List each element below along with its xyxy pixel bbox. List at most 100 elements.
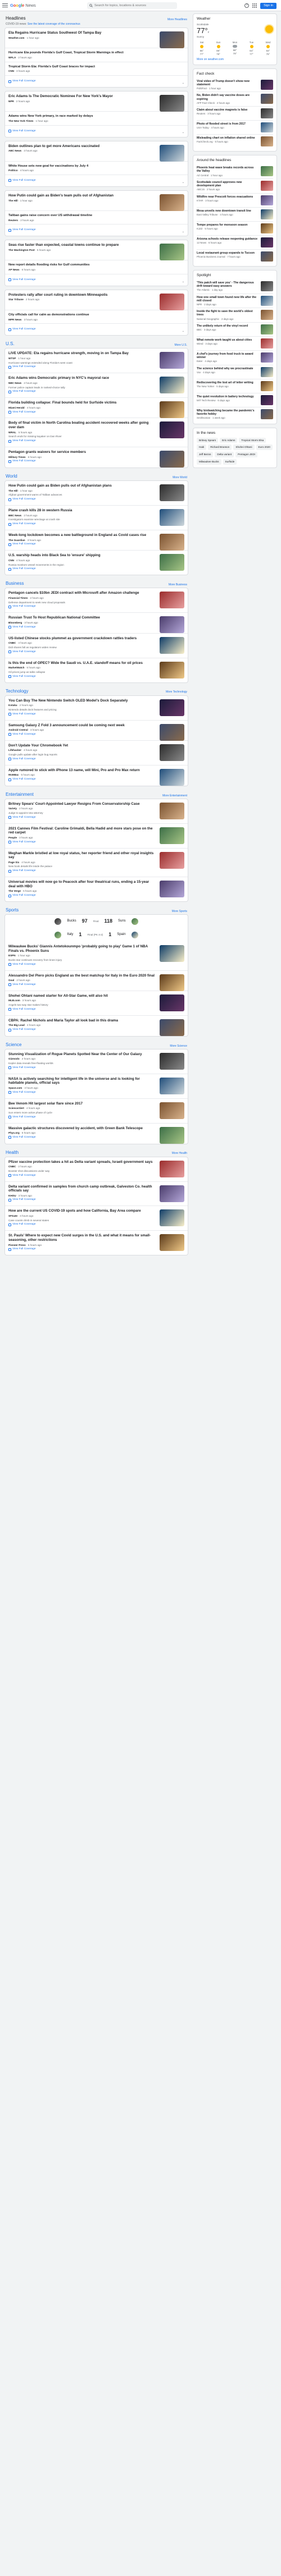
article-source[interactable]: Page Six xyxy=(8,861,19,864)
article-thumbnail[interactable] xyxy=(160,401,184,419)
article-source[interactable]: The Atlantic xyxy=(197,288,210,291)
article-source[interactable]: Star Tribune xyxy=(8,298,24,301)
sidebar-article-title[interactable]: Scottsdale council approves new developm… xyxy=(197,181,259,187)
article-source[interactable]: AP News xyxy=(8,268,20,271)
section-title[interactable]: Business xyxy=(6,581,24,586)
apps-grid-icon[interactable] xyxy=(252,3,257,8)
article-item[interactable]: Don't Update Your Chromebook Yet Lifehack… xyxy=(5,741,188,766)
full-coverage-link[interactable]: View Full Coverage xyxy=(8,1028,36,1032)
article-title[interactable]: NASA is actively searching for intellige… xyxy=(8,1077,155,1085)
sidebar-article-title[interactable]: 'This patch will save you' - The dangero… xyxy=(197,281,259,288)
article-source[interactable]: 12 News xyxy=(197,241,206,244)
sidebar-article[interactable]: Photo of flooded street is from 2017 USA … xyxy=(197,121,273,135)
article-item[interactable]: Bee Venom Hit largest solar flare since … xyxy=(5,1099,188,1124)
article-title[interactable]: Milwaukee Bucks' Giannis Antetokounmpo '… xyxy=(8,945,155,953)
sidebar-thumbnail[interactable] xyxy=(261,295,273,306)
article-thumbnail[interactable] xyxy=(160,1209,184,1227)
article-source[interactable]: ABC News xyxy=(8,149,21,152)
article-source[interactable]: BBC News xyxy=(8,514,21,517)
article-source[interactable]: Gizmodo xyxy=(8,1057,20,1060)
sidebar-article-title[interactable]: Local restaurant group expands to Tucson xyxy=(197,251,259,255)
related-headline[interactable]: Google pulls update after login bug repo… xyxy=(8,753,155,757)
sidebar-thumbnail[interactable] xyxy=(261,310,273,320)
full-coverage-link[interactable]: View Full Coverage xyxy=(8,365,36,369)
sidebar-article-title[interactable]: How one small town found new life after … xyxy=(197,296,259,302)
full-coverage-link[interactable]: View Full Coverage xyxy=(8,328,36,331)
article-thumbnail[interactable] xyxy=(160,1019,184,1036)
article-thumbnail[interactable] xyxy=(160,723,184,741)
more-headlines-link[interactable]: More Headlines xyxy=(167,18,187,21)
article-thumbnail[interactable] xyxy=(160,293,184,310)
full-coverage-label[interactable]: View Full Coverage xyxy=(12,605,36,608)
section-title[interactable]: Science xyxy=(6,1042,21,1048)
full-coverage-label[interactable]: View Full Coverage xyxy=(12,567,36,571)
article-title[interactable]: Adams wins New York primary, in race mar… xyxy=(8,114,155,118)
article-item[interactable]: Pfizer vaccine protection takes a hit as… xyxy=(5,1157,188,1182)
sidebar-thumbnail[interactable] xyxy=(261,409,273,419)
article-source[interactable]: USA Today xyxy=(197,126,209,129)
article-title[interactable]: 2021 Cannes Film Festival: Caroline Grim… xyxy=(8,827,155,835)
sidebar-article[interactable]: What remote work taught us about cities W… xyxy=(197,337,273,351)
article-item[interactable]: New report details flooding risks for Gu… xyxy=(5,260,188,274)
sidebar-article[interactable]: Tempe prepares for monsoon season KJZZ · … xyxy=(197,222,273,236)
article-source[interactable]: National Geographic xyxy=(197,318,219,320)
topic-chip[interactable]: Eric Adams xyxy=(220,437,238,443)
article-thumbnail[interactable] xyxy=(160,1234,184,1252)
full-coverage-label[interactable]: View Full Coverage xyxy=(12,758,36,761)
article-source[interactable]: Vox xyxy=(197,371,201,374)
article-title[interactable]: U.S. warship heads into Black Sea to 'en… xyxy=(8,553,155,558)
article-item[interactable]: Hurricane Eta pounds Florida's Gulf Coas… xyxy=(5,48,188,62)
article-item[interactable]: Taliban gains raise concern over US with… xyxy=(5,211,188,225)
full-coverage-label[interactable]: View Full Coverage xyxy=(12,1091,36,1094)
article-title[interactable]: Body of final victim in North Carolina b… xyxy=(8,421,155,429)
article-thumbnail[interactable] xyxy=(160,592,184,609)
full-coverage-label[interactable]: View Full Coverage xyxy=(12,841,36,844)
sidebar-article-title[interactable]: The quiet revolution in battery technolo… xyxy=(197,395,259,398)
scoreboard[interactable]: Bucks 97 Final 118 Suns xyxy=(5,915,188,928)
sidebar-thumbnail[interactable] xyxy=(261,223,273,233)
article-title[interactable]: Plane crash kills 28 in western Russia xyxy=(8,508,155,513)
article-item[interactable]: Pentagon grants waivers for service memb… xyxy=(5,447,188,468)
full-coverage-label[interactable]: View Full Coverage xyxy=(12,1028,36,1032)
article-thumbnail[interactable] xyxy=(160,484,184,502)
sidebar-thumbnail[interactable] xyxy=(261,395,273,405)
article-item[interactable]: Eric Adams wins Democratic primary in NY… xyxy=(5,373,188,398)
article-title[interactable]: Massive galactic structures discovered b… xyxy=(8,1126,155,1131)
article-source[interactable]: NPR xyxy=(8,100,14,103)
article-title[interactable]: Seas rise faster than expected, coastal … xyxy=(8,243,155,247)
article-source[interactable]: Eater xyxy=(197,360,203,363)
sidebar-thumbnail[interactable] xyxy=(261,281,273,291)
temp-unit[interactable]: F xyxy=(208,31,210,34)
related-headline[interactable]: Didi shares fall as regulators widen rev… xyxy=(8,646,155,649)
article-item[interactable]: LIVE UPDATE: Eta regains hurricane stren… xyxy=(5,349,188,374)
full-coverage-link[interactable]: View Full Coverage xyxy=(8,1008,36,1011)
sidebar-thumbnail[interactable] xyxy=(261,366,273,377)
article-item[interactable]: Apple rumored to stick with iPhone 13 na… xyxy=(5,766,188,786)
full-coverage-label[interactable]: View Full Coverage xyxy=(12,130,36,133)
article-source[interactable]: Pioneer Press xyxy=(8,1244,26,1246)
related-headline[interactable]: Investigators examine wreckage at crash … xyxy=(8,518,155,521)
full-coverage-label[interactable]: View Full Coverage xyxy=(12,411,36,414)
article-title[interactable]: US-listed Chinese stocks plummet as gove… xyxy=(8,636,155,641)
article-thumbnail[interactable] xyxy=(160,827,184,844)
article-source[interactable]: CNN xyxy=(8,70,14,72)
full-coverage-label[interactable]: View Full Coverage xyxy=(12,675,36,679)
article-source[interactable]: Miami Herald xyxy=(8,406,25,409)
sidebar-thumbnail[interactable] xyxy=(261,195,273,205)
section-title[interactable]: Technology xyxy=(6,689,28,694)
full-coverage-link[interactable]: View Full Coverage xyxy=(8,1174,36,1177)
article-source[interactable]: MPR News xyxy=(8,318,22,321)
article-title[interactable]: Hurricane Eta pounds Florida's Gulf Coas… xyxy=(8,51,155,55)
sidebar-article[interactable]: How one small town found new life after … xyxy=(197,294,273,309)
article-source[interactable]: SFGate xyxy=(8,1214,17,1217)
full-coverage-link[interactable]: View Full Coverage xyxy=(8,460,36,463)
article-title[interactable]: Pfizer vaccine protection takes a hit as… xyxy=(8,1160,155,1165)
article-thumbnail[interactable] xyxy=(160,509,184,526)
full-coverage-label[interactable]: View Full Coverage xyxy=(12,228,36,232)
full-coverage-link[interactable]: View Full Coverage xyxy=(8,228,36,232)
sidebar-thumbnail[interactable] xyxy=(261,108,273,119)
article-item[interactable]: Plane crash kills 28 in western Russia BB… xyxy=(5,506,188,531)
article-source[interactable]: Politico xyxy=(8,169,18,172)
sidebar-article[interactable]: Misleading chart on inflation shared onl… xyxy=(197,135,273,148)
article-item[interactable]: Body of final victim in North Carolina b… xyxy=(5,418,188,448)
